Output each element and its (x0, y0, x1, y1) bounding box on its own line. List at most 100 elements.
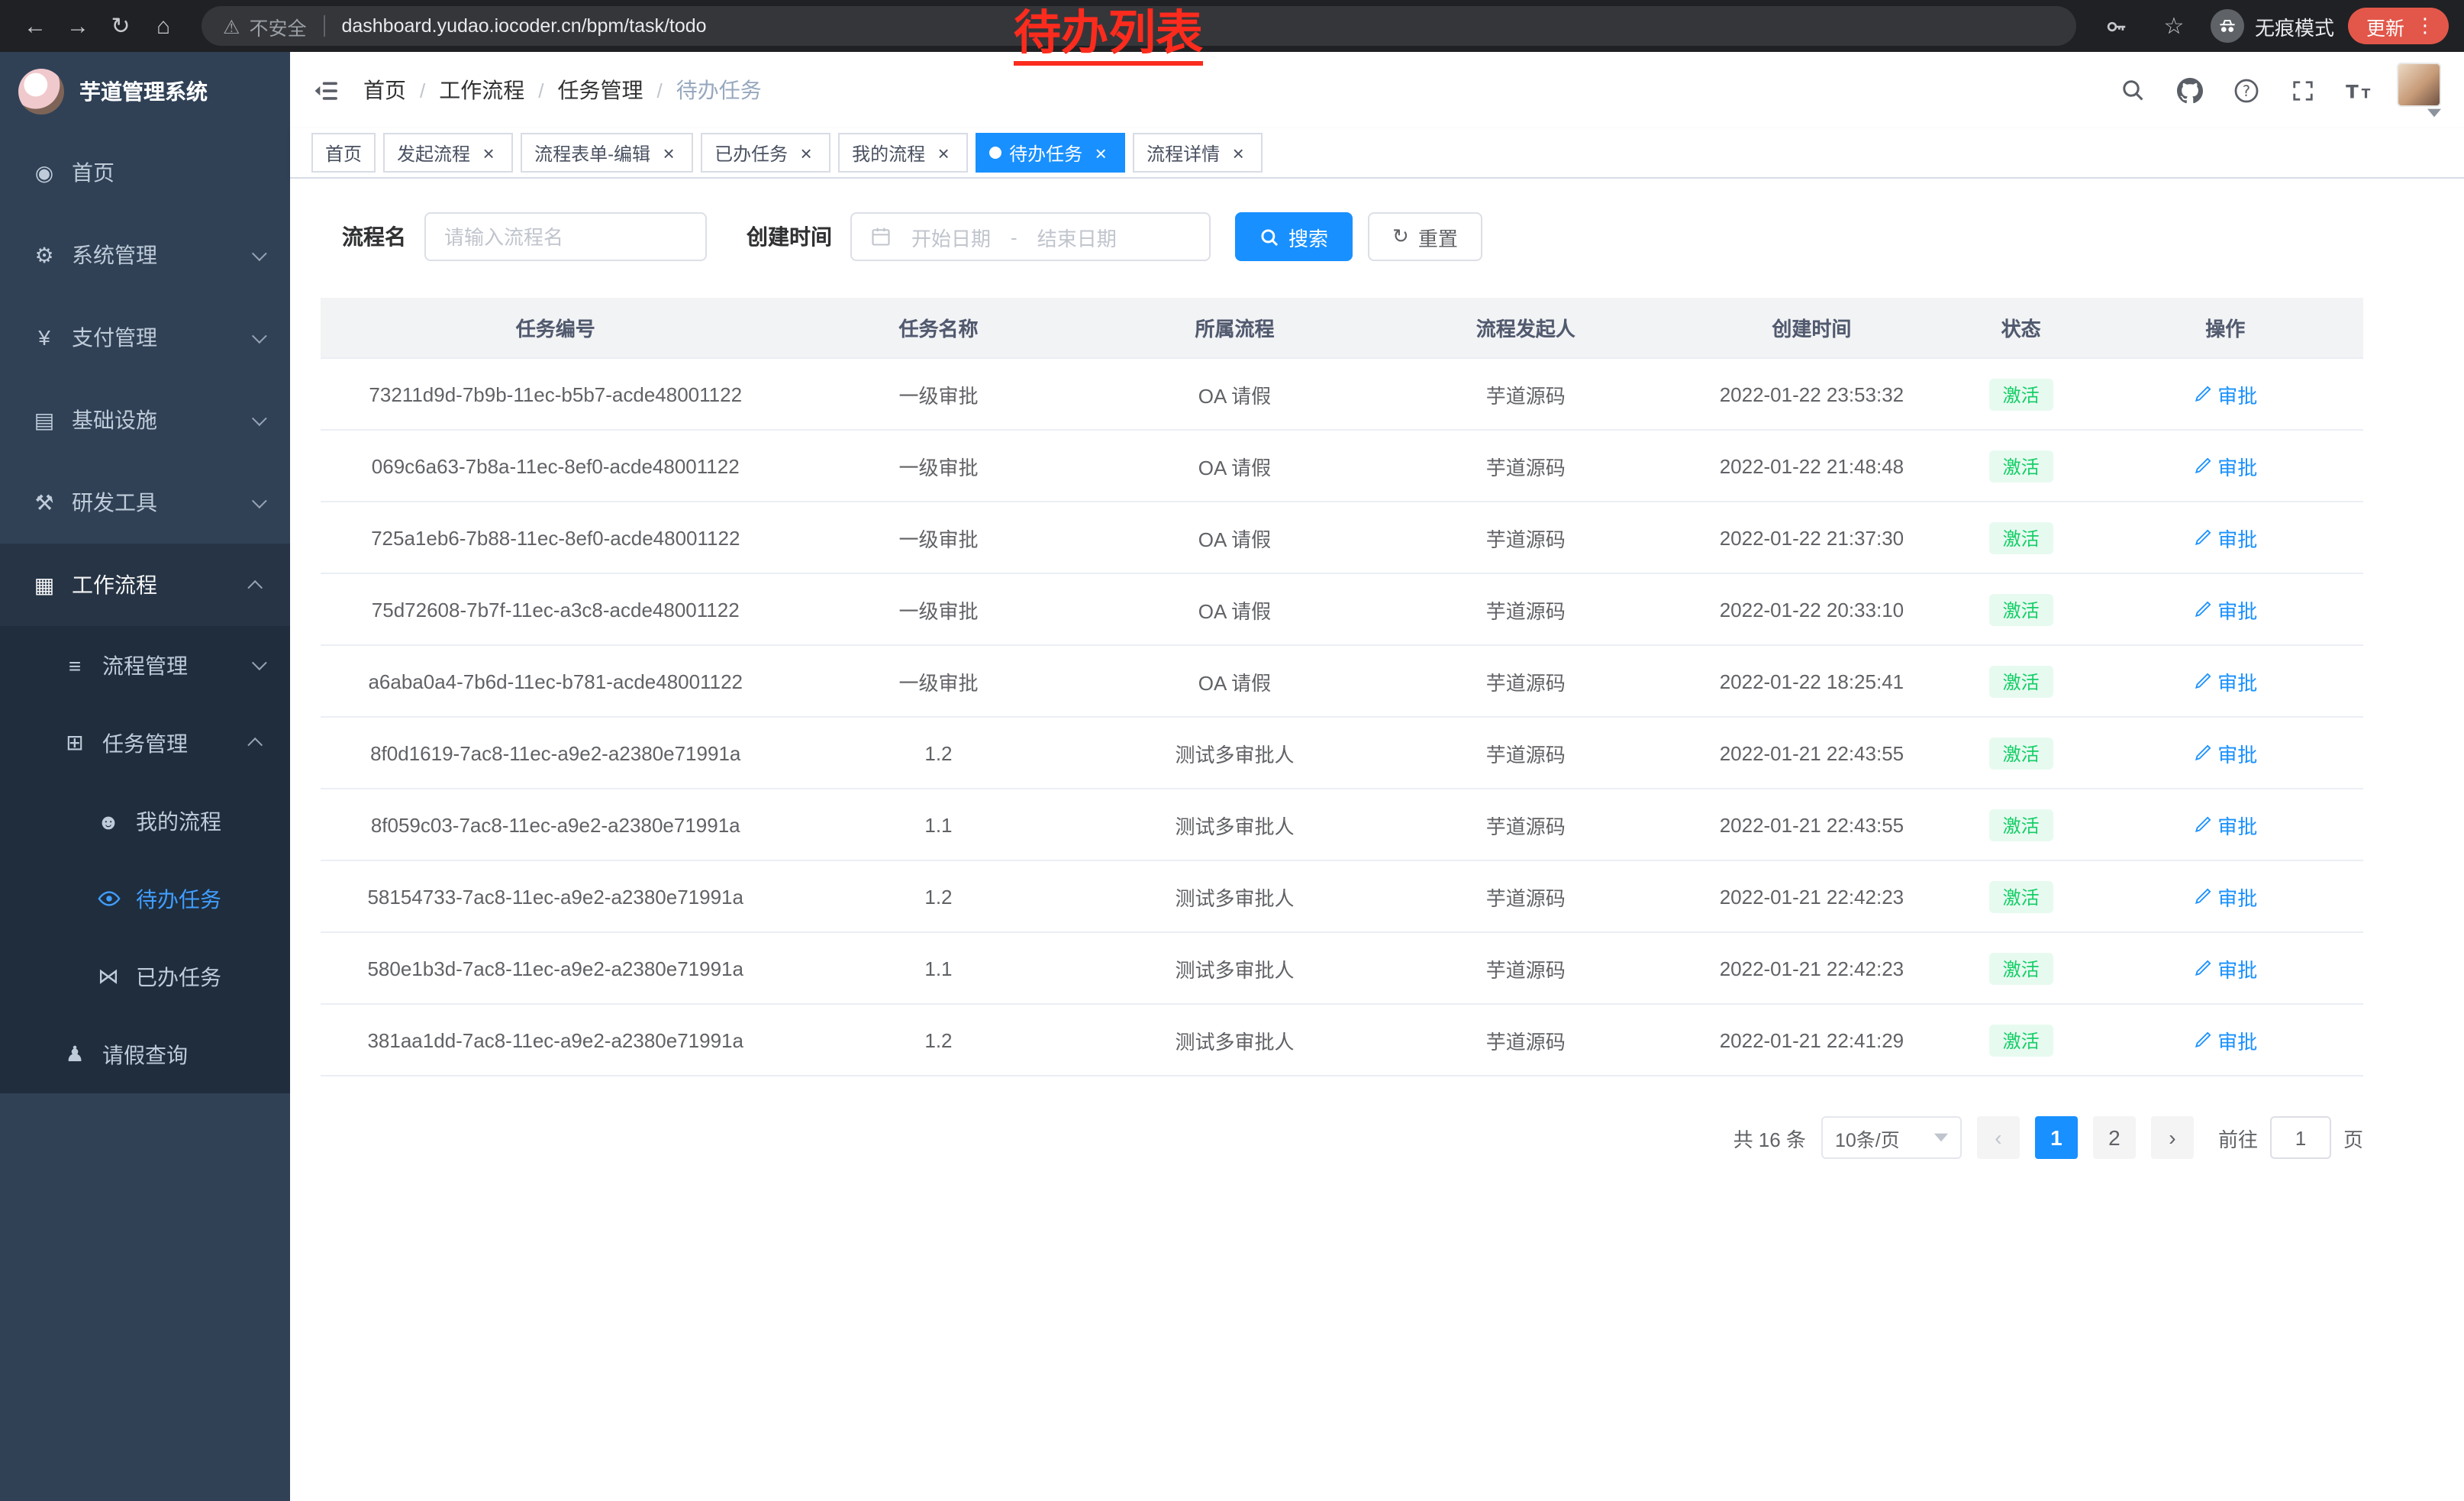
sidebar-item-6[interactable]: ≡流程管理 (0, 626, 290, 704)
cell-created-time: 2022-01-21 22:43:55 (1669, 813, 1955, 836)
table-row: 58154733-7ac8-11ec-a9e2-a2380e71991a1.2测… (321, 861, 2363, 933)
sidebar-item-label: 基础设施 (72, 405, 252, 435)
approve-button[interactable]: 审批 (2193, 882, 2257, 911)
table-row: 069c6a63-7b8a-11ec-8ef0-acde48001122一级审批… (321, 431, 2363, 502)
sidebar-item-3[interactable]: ▤基础设施 (0, 379, 290, 461)
page-size-select[interactable]: 10条/页 (1821, 1116, 1962, 1159)
sidebar-item-7[interactable]: ⊞ 任务管理 (0, 704, 290, 782)
close-icon[interactable]: × (658, 142, 679, 163)
header-actions: ? TT (2116, 73, 2375, 107)
breadcrumb-item[interactable]: 首页 (363, 75, 406, 105)
page-button-2[interactable]: 2 (2093, 1116, 2136, 1159)
cell-created-time: 2022-01-21 22:42:23 (1669, 957, 1955, 980)
table-row: 725a1eb6-7b88-11ec-8ef0-acde48001122一级审批… (321, 502, 2363, 574)
date-range-picker[interactable]: 开始日期 - 结束日期 (850, 212, 1211, 261)
cell-task-name: 1.1 (790, 813, 1086, 836)
edit-icon (2193, 1031, 2211, 1049)
home-icon[interactable]: ⌂ (144, 6, 183, 46)
sidebar-item-5[interactable]: ▦工作流程 (0, 544, 290, 626)
sidebar-item-0[interactable]: ◉首页 (0, 131, 290, 214)
approve-button[interactable]: 审批 (2193, 667, 2257, 696)
reload-icon[interactable]: ↻ (101, 6, 140, 46)
edit-icon (2193, 672, 2211, 690)
reset-button[interactable]: ↻ 重置 (1368, 212, 1482, 261)
tab-3[interactable]: 已办任务 × (701, 133, 830, 173)
divider (323, 15, 324, 37)
tab-2[interactable]: 流程表单-编辑× (521, 133, 693, 173)
cell-status: 激活 (1955, 593, 2088, 625)
font-size-icon[interactable]: TT (2342, 73, 2375, 107)
task-manage-icon: ⊞ (61, 730, 89, 756)
sidebar-item-9[interactable]: 待办任务 (0, 860, 290, 938)
table-body: 73211d9d-7b9b-11ec-b5b7-acde48001122一级审批… (321, 359, 2363, 1077)
key-icon[interactable] (2098, 6, 2137, 46)
search-icon[interactable] (2116, 73, 2150, 107)
approve-button[interactable]: 审批 (2193, 379, 2257, 408)
forward-icon[interactable]: → (58, 6, 98, 46)
fullscreen-icon[interactable] (2285, 73, 2319, 107)
approve-button[interactable]: 审批 (2193, 523, 2257, 552)
user-menu[interactable] (2397, 63, 2441, 118)
security-status[interactable]: ⚠ 不安全 (223, 11, 306, 40)
close-icon[interactable]: × (933, 142, 954, 163)
github-icon[interactable] (2172, 73, 2206, 107)
back-icon[interactable]: ← (15, 6, 55, 46)
sidebar-item-11[interactable]: ♟请假查询 (0, 1015, 290, 1093)
sidebar-fold-icon[interactable] (313, 77, 339, 103)
approve-button[interactable]: 审批 (2193, 810, 2257, 839)
bookmark-star-icon[interactable]: ☆ (2154, 6, 2194, 46)
close-icon[interactable]: × (795, 142, 817, 163)
breadcrumb-item[interactable]: 任务管理 (558, 75, 643, 105)
cell-status: 激活 (1955, 809, 2088, 841)
page-button-1[interactable]: 1 (2035, 1116, 2078, 1159)
process-name-input[interactable] (424, 212, 707, 261)
approve-button[interactable]: 审批 (2193, 738, 2257, 767)
chevron-down-icon (252, 655, 267, 670)
sidebar-item-4[interactable]: ⚒研发工具 (0, 461, 290, 544)
approve-button[interactable]: 审批 (2193, 451, 2257, 480)
breadcrumb: 首页/工作流程/任务管理/待办任务 (363, 75, 2116, 105)
close-icon[interactable]: × (478, 142, 499, 163)
status-badge: 激活 (1989, 952, 2053, 984)
app-logo[interactable]: 芋道管理系统 (0, 52, 290, 131)
sidebar-item-1[interactable]: ⚙系统管理 (0, 214, 290, 296)
cell-task-name: 1.2 (790, 741, 1086, 764)
next-page-button[interactable]: › (2151, 1116, 2194, 1159)
cell-initiator: 芋道源码 (1382, 738, 1669, 767)
svg-text:T: T (2346, 79, 2359, 102)
end-date-placeholder: 结束日期 (1037, 222, 1117, 251)
breadcrumb-item[interactable]: 工作流程 (439, 75, 524, 105)
sidebar-item-8[interactable]: ☻我的流程 (0, 782, 290, 860)
approve-button[interactable]: 审批 (2193, 1025, 2257, 1054)
approve-button[interactable]: 审批 (2193, 595, 2257, 624)
cell-process: OA 请假 (1086, 523, 1382, 552)
tab-0[interactable]: 首页 (311, 133, 376, 173)
sidebar-item-2[interactable]: ¥支付管理 (0, 296, 290, 379)
tab-label: 首页 (325, 140, 362, 166)
caret-down-icon (2427, 108, 2441, 118)
approve-label: 审批 (2217, 523, 2257, 552)
prev-page-button[interactable]: ‹ (1977, 1116, 2020, 1159)
workflow-icon: ▦ (31, 572, 58, 598)
update-button[interactable]: 更新 ⋮ (2348, 8, 2449, 44)
tab-4[interactable]: 我的流程× (838, 133, 968, 173)
tab-1[interactable]: 发起流程× (383, 133, 513, 173)
tab-label: 已办任务 (714, 140, 788, 166)
search-button[interactable]: 搜索 (1235, 212, 1353, 261)
sidebar-item-label: 请假查询 (102, 1039, 269, 1070)
close-icon[interactable]: × (1227, 142, 1249, 163)
question-icon[interactable]: ? (2229, 73, 2262, 107)
sidebar-menu: ◉首页⚙系统管理¥支付管理▤基础设施⚒研发工具▦工作流程≡流程管理 ⊞ 任务管理 ☻我… (0, 131, 290, 1093)
tab-6[interactable]: 流程详情× (1133, 133, 1263, 173)
goto-page-input[interactable] (2270, 1116, 2331, 1159)
status-badge: 激活 (1989, 593, 2053, 625)
close-icon[interactable]: × (1090, 142, 1111, 163)
goto-label: 前往 (2218, 1123, 2258, 1152)
cell-initiator: 芋道源码 (1382, 810, 1669, 839)
svg-text:T: T (2362, 85, 2371, 100)
approve-button[interactable]: 审批 (2193, 954, 2257, 983)
sidebar-item-10[interactable]: ⋈已办任务 (0, 938, 290, 1015)
cell-process: 测试多审批人 (1086, 954, 1382, 983)
sidebar-item-label: 任务管理 (102, 728, 252, 758)
tab-5[interactable]: 待办任务× (976, 133, 1125, 173)
